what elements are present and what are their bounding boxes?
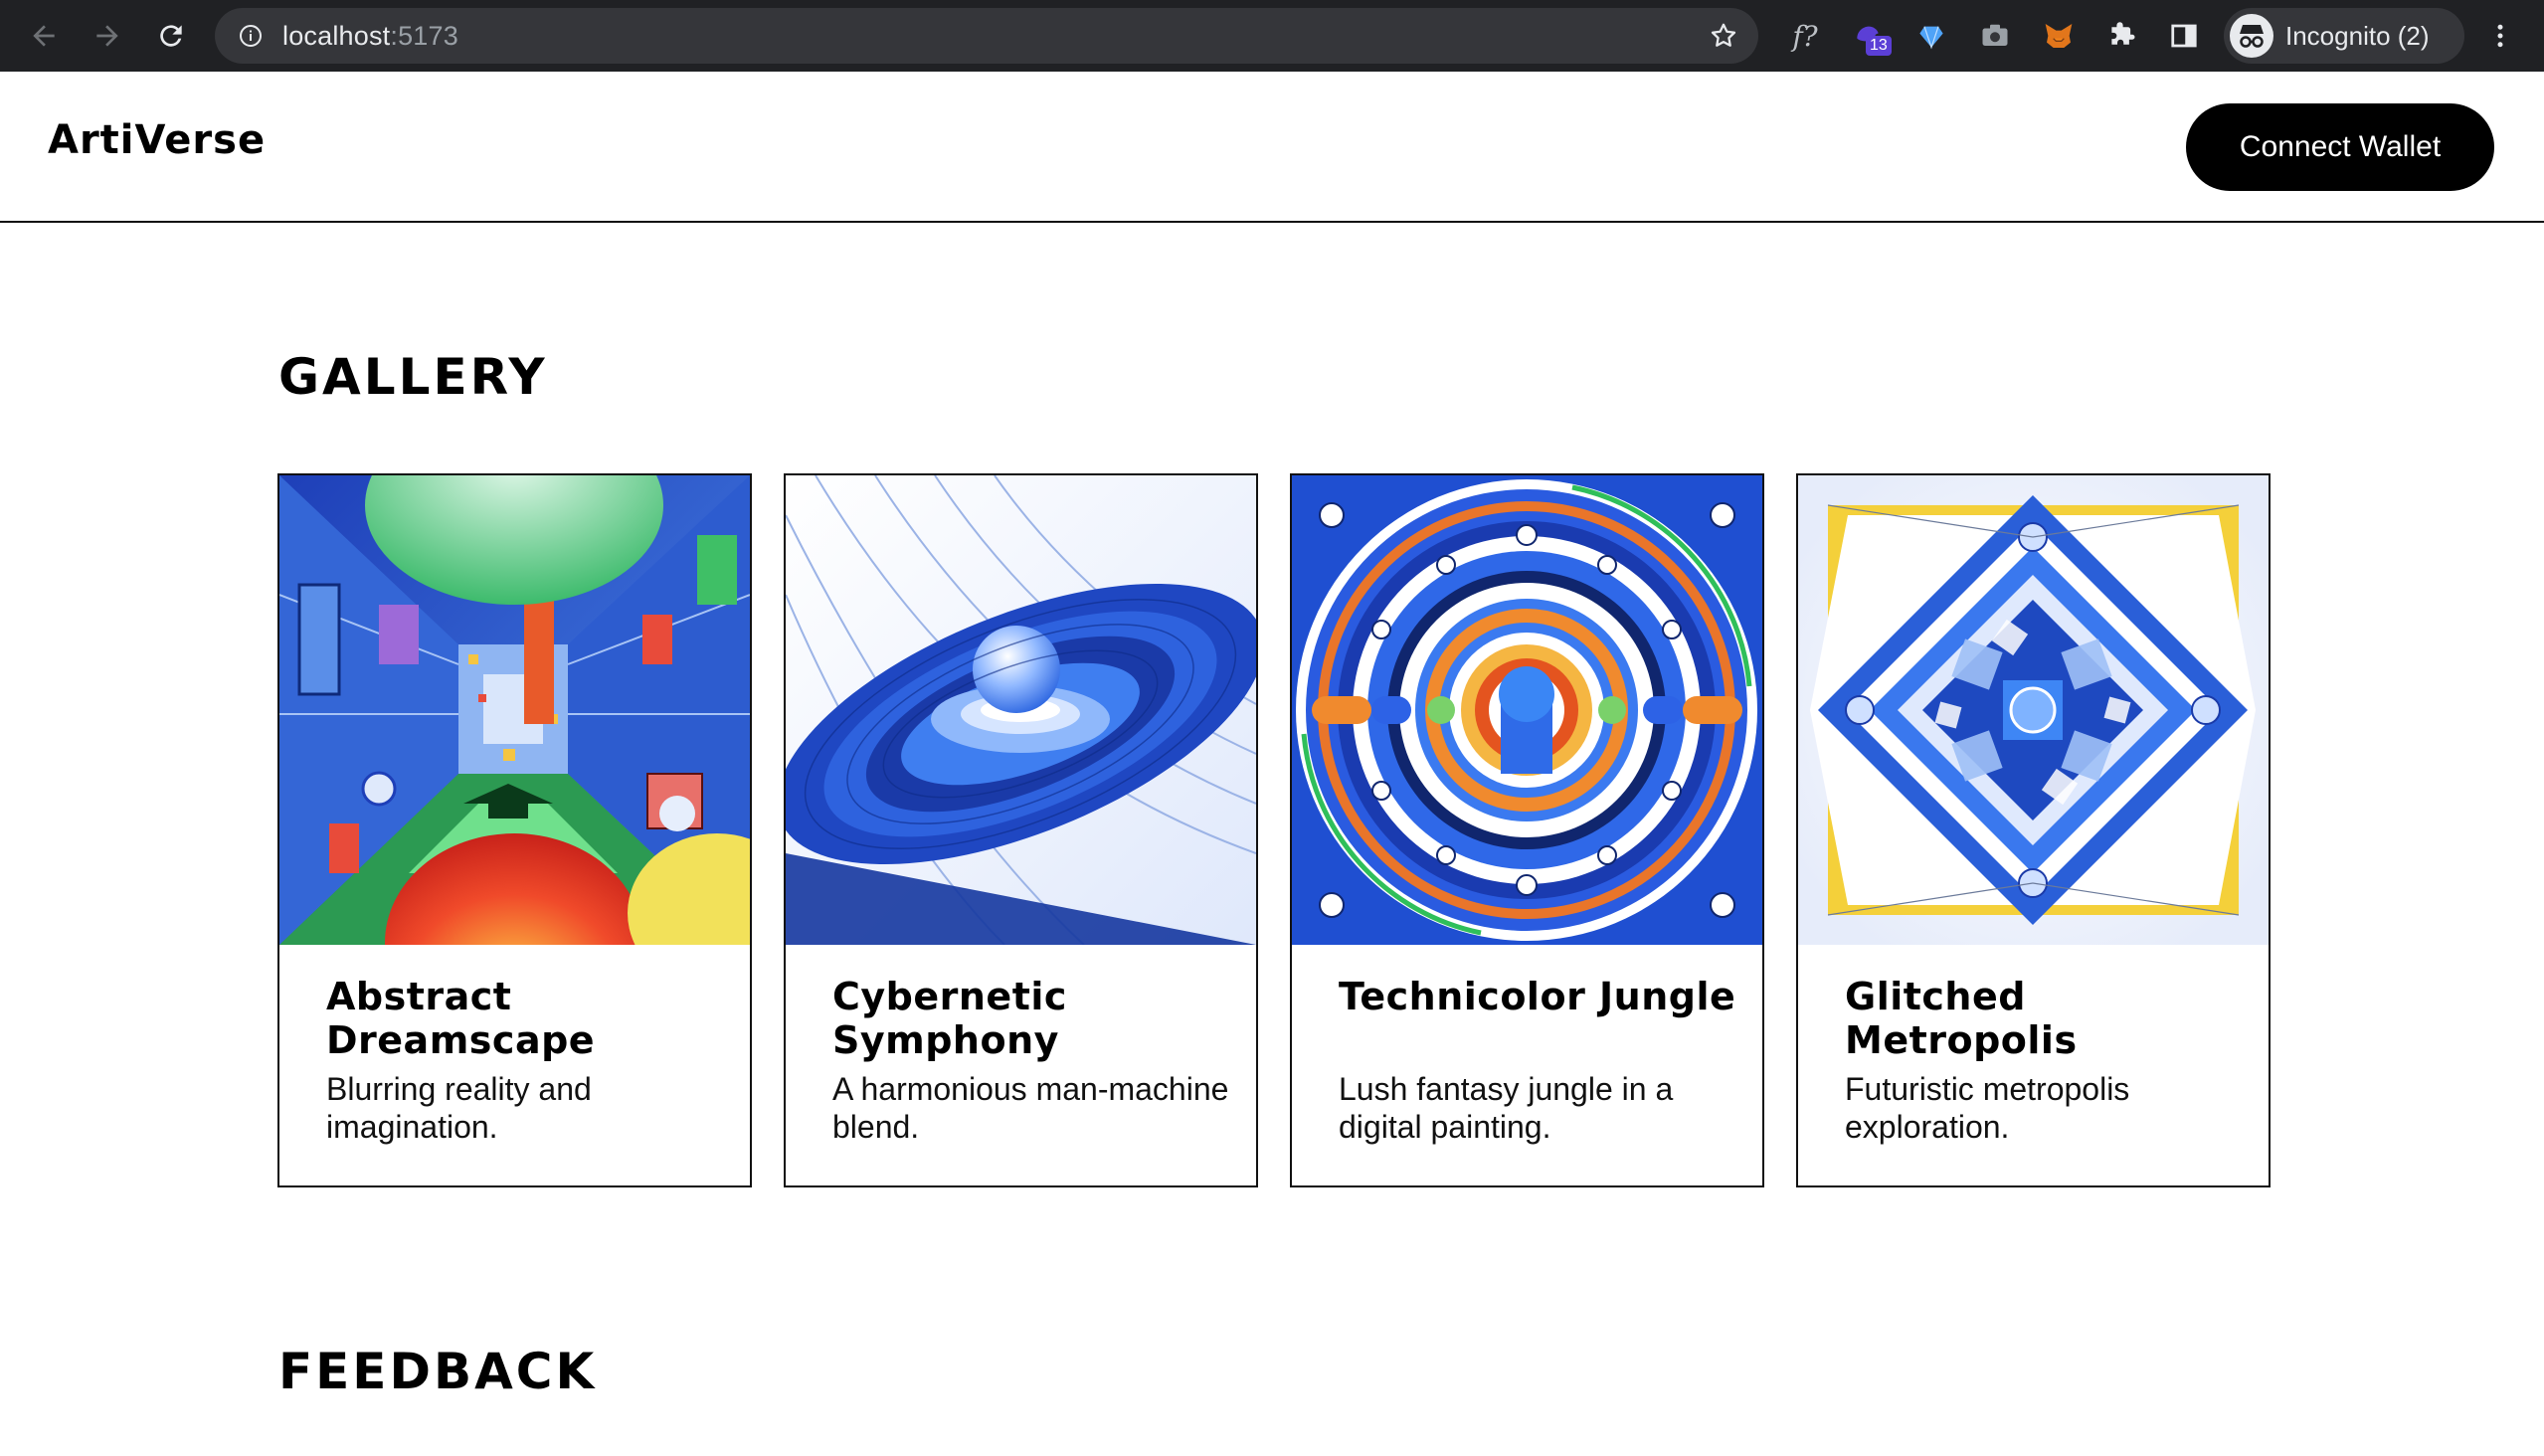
metamask-fox-icon[interactable] <box>2039 16 2079 56</box>
bookmark-star-icon[interactable] <box>1709 21 1738 56</box>
address-bar[interactable]: localhost:5173 <box>215 8 1758 64</box>
diamond-extension-icon[interactable] <box>1911 16 1951 56</box>
forward-icon[interactable] <box>86 14 129 58</box>
side-panel-icon[interactable] <box>2164 16 2204 56</box>
browser-toolbar: localhost:5173 f? 13 Incognito (2) <box>0 0 2544 72</box>
gallery-heading: GALLERY <box>278 348 548 406</box>
gallery-grid: Abstract Dreamscape Blurring reality and… <box>277 473 2271 1187</box>
card-description: Blurring reality and imagination. <box>326 1071 592 1145</box>
card-description: A harmonious man-machine blend. <box>832 1071 1229 1145</box>
gallery-card[interactable]: Glitched Metropolis Futuristic metropoli… <box>1796 473 2271 1187</box>
back-icon[interactable] <box>22 14 66 58</box>
artwork-image <box>1292 475 1762 945</box>
card-title: Abstract Dreamscape <box>326 975 596 1062</box>
site-logo[interactable]: ArtiVerse <box>48 117 266 163</box>
profile-button[interactable]: Incognito (2) <box>2224 8 2464 64</box>
connect-wallet-button[interactable]: Connect Wallet <box>2186 103 2494 191</box>
card-title: Cybernetic Symphony <box>832 975 1067 1062</box>
card-title: Technicolor Jungle <box>1339 975 1736 1018</box>
formula-extension-icon[interactable]: f? <box>1785 16 1825 56</box>
incognito-icon <box>2230 14 2273 58</box>
card-description: Futuristic metropolis exploration. <box>1845 1071 2130 1145</box>
extensions-puzzle-icon[interactable] <box>2102 16 2142 56</box>
artwork-image <box>786 475 1256 945</box>
extension-badge-icon[interactable]: 13 <box>1848 16 1892 56</box>
card-title: Glitched Metropolis <box>1845 975 2078 1062</box>
feedback-heading: FEEDBACK <box>278 1343 598 1400</box>
artwork-image <box>279 475 750 945</box>
card-description: Lush fantasy jungle in a digital paintin… <box>1339 1071 1674 1145</box>
browser-menu-icon[interactable] <box>2478 16 2522 56</box>
gallery-card[interactable]: Cybernetic Symphony A harmonious man-mac… <box>784 473 1258 1187</box>
site-info-icon[interactable] <box>239 24 263 53</box>
profile-label: Incognito (2) <box>2285 21 2430 51</box>
gallery-card[interactable]: Technicolor Jungle Lush fantasy jungle i… <box>1290 473 1764 1187</box>
reload-icon[interactable] <box>149 14 193 58</box>
site-header: ArtiVerse Connect Wallet <box>0 72 2544 223</box>
url-text[interactable]: localhost:5173 <box>282 8 458 64</box>
gallery-card[interactable]: Abstract Dreamscape Blurring reality and… <box>277 473 752 1187</box>
camera-extension-icon[interactable] <box>1975 16 2015 56</box>
extension-badge-count: 13 <box>1866 36 1892 56</box>
artwork-image <box>1798 475 2269 945</box>
